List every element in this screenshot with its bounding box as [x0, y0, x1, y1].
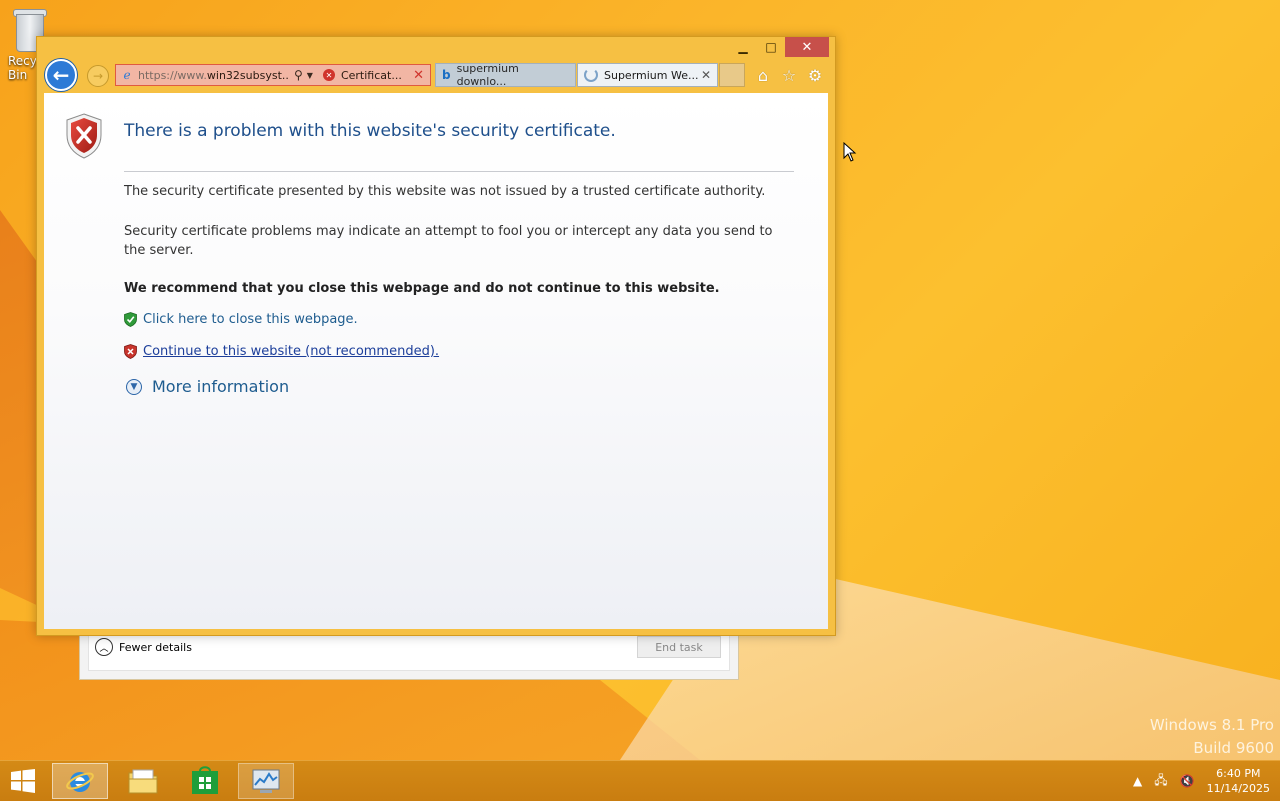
- address-bar[interactable]: ℯ https://www.win32subsyst... ⚲ ▼ ✕ Cert…: [115, 64, 431, 86]
- tab-supermium-download[interactable]: b supermium downlo...: [435, 62, 576, 88]
- continue-website-link-label[interactable]: Continue to this website (not recommende…: [143, 344, 439, 359]
- address-url[interactable]: https://www.win32subsyst...: [138, 69, 288, 82]
- security-shield-error-icon: [66, 113, 102, 159]
- page-content: There is a problem with this website's s…: [44, 93, 828, 629]
- back-button[interactable]: ←: [45, 59, 77, 91]
- error-title: There is a problem with this website's s…: [124, 121, 616, 141]
- back-arrow-icon: ←: [52, 63, 70, 87]
- watermark-edition: Windows 8.1 Pro: [1149, 716, 1274, 734]
- start-button[interactable]: [8, 767, 38, 795]
- folder-icon: [128, 769, 158, 794]
- taskbar-internet-explorer[interactable]: [52, 763, 108, 799]
- close-webpage-link[interactable]: Click here to close this webpage.: [124, 312, 358, 327]
- clock[interactable]: 6:40 PM 11/14/2025: [1207, 766, 1270, 796]
- internet-explorer-icon: [66, 772, 94, 792]
- forward-button[interactable]: →: [87, 65, 109, 87]
- loading-spinner-icon: [584, 68, 598, 82]
- tab-label: Supermium We...: [604, 68, 699, 82]
- certificate-error-icon[interactable]: ✕: [322, 69, 335, 81]
- dropdown-arrow-icon[interactable]: ▼: [307, 71, 313, 80]
- forward-arrow-icon: →: [92, 69, 104, 83]
- close-webpage-link-label[interactable]: Click here to close this webpage.: [143, 312, 358, 327]
- taskbar-file-explorer[interactable]: [115, 763, 171, 799]
- more-information-label: More information: [152, 377, 290, 396]
- continue-website-link[interactable]: Continue to this website (not recommende…: [124, 344, 439, 359]
- new-tab-button[interactable]: [719, 63, 745, 87]
- store-icon: [192, 766, 218, 794]
- home-icon[interactable]: ⌂: [753, 65, 773, 85]
- minimize-button[interactable]: ▁: [729, 37, 757, 57]
- task-manager-footer: ︿ Fewer details End task: [88, 631, 730, 671]
- window-caption-buttons: ▁ □ ✕: [729, 37, 829, 57]
- taskbar-store[interactable]: [177, 763, 233, 799]
- stop-button[interactable]: ✕: [413, 68, 424, 83]
- bing-icon: b: [442, 68, 451, 82]
- tab-label: supermium downlo...: [456, 62, 519, 88]
- error-paragraph-1: The security certificate presented by th…: [124, 184, 766, 199]
- mouse-cursor-icon: [843, 142, 857, 162]
- navigation-bar: ← → ℯ https://www.win32subsyst... ⚲ ▼ ✕ …: [37, 59, 835, 91]
- internet-explorer-window: ▁ □ ✕ ← → ℯ https://www.win32subsyst... …: [36, 36, 836, 636]
- toolbar-icons: ⌂ ☆ ⚙: [753, 65, 825, 85]
- chevron-up-icon: ︿: [95, 638, 113, 656]
- green-shield-check-icon: [124, 312, 137, 327]
- maximize-button[interactable]: □: [757, 37, 785, 57]
- red-shield-x-icon: [124, 344, 137, 359]
- taskbar-task-manager[interactable]: [238, 763, 294, 799]
- tab-supermium-web[interactable]: Supermium We... ✕: [577, 63, 718, 87]
- more-information-toggle[interactable]: ▼ More information: [126, 377, 289, 396]
- taskbar: ▲ 🖧 🔇 6:40 PM 11/14/2025: [0, 760, 1280, 801]
- divider: [124, 171, 794, 172]
- task-manager-icon: [252, 769, 280, 793]
- fewer-details-button[interactable]: ︿ Fewer details: [95, 638, 192, 656]
- close-window-button[interactable]: ✕: [785, 37, 829, 57]
- fewer-details-label: Fewer details: [119, 640, 192, 654]
- chevron-down-icon: ▼: [126, 378, 142, 395]
- watermark-build: Build 9600: [1193, 739, 1274, 757]
- end-task-button[interactable]: End task: [637, 636, 721, 658]
- gear-icon[interactable]: ⚙: [805, 65, 825, 85]
- clock-date: 11/14/2025: [1206, 782, 1270, 795]
- page-favicon-icon: ℯ: [123, 68, 131, 82]
- system-tray: ▲ 🖧 🔇 6:40 PM 11/14/2025: [1127, 761, 1280, 801]
- close-tab-button[interactable]: ✕: [701, 68, 711, 82]
- error-paragraph-2: Security certificate problems may indica…: [124, 224, 773, 258]
- favorites-star-icon[interactable]: ☆: [779, 65, 799, 85]
- windows-logo-icon: [11, 769, 35, 793]
- recommendation-text: We recommend that you close this webpage…: [124, 281, 720, 296]
- show-hidden-icons-icon[interactable]: ▲: [1133, 774, 1142, 788]
- certificate-error-label[interactable]: Certificat...: [341, 69, 402, 82]
- windows-watermark: Windows 8.1 Pro Build 9600: [1150, 714, 1274, 760]
- search-icon[interactable]: ⚲: [294, 68, 303, 82]
- network-icon[interactable]: 🖧: [1154, 771, 1167, 792]
- volume-muted-icon[interactable]: 🔇: [1180, 774, 1195, 788]
- clock-time: 6:40 PM: [1216, 767, 1261, 780]
